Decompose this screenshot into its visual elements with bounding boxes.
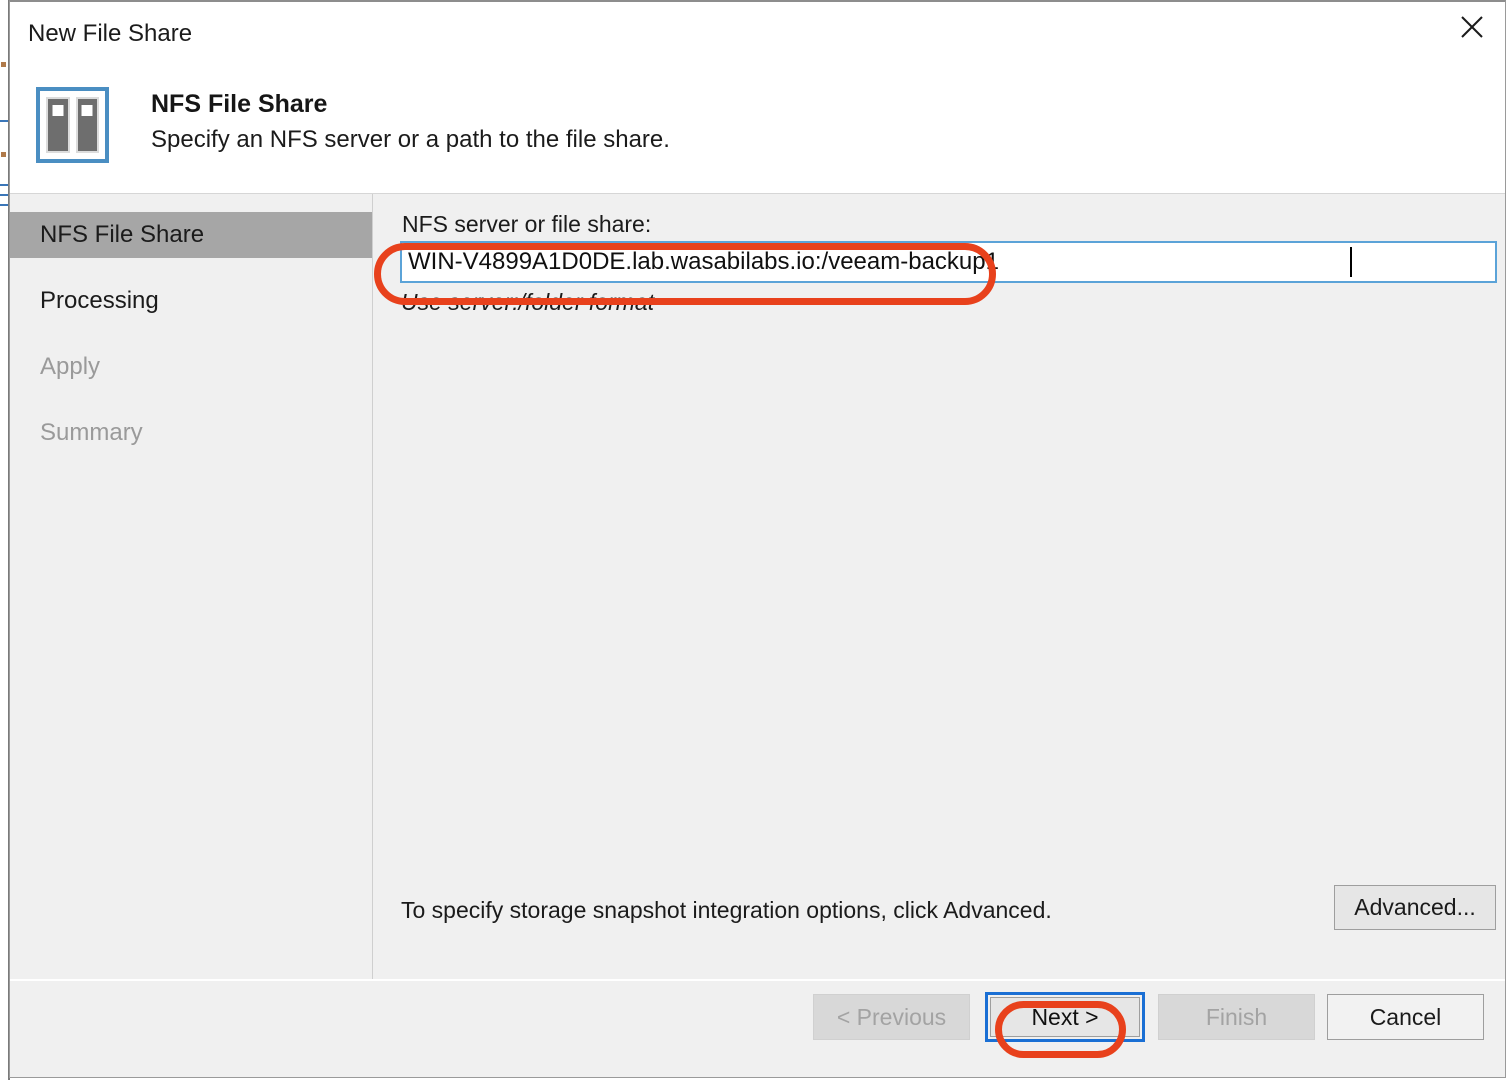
background-artifact bbox=[1, 62, 6, 67]
background-artifact bbox=[1, 152, 6, 157]
advanced-hint-text: To specify storage snapshot integration … bbox=[401, 897, 1052, 923]
advanced-button-label: Advanced... bbox=[1354, 894, 1476, 920]
file-share-icon-panel-left bbox=[46, 97, 70, 153]
close-button[interactable] bbox=[1439, 2, 1505, 52]
sidebar-item-label: Summary bbox=[40, 419, 143, 446]
nfs-server-input[interactable] bbox=[400, 241, 1497, 283]
wizard-sidebar: NFS File Share Processing Apply Summary bbox=[10, 194, 373, 979]
format-hint: Use server:/folder format bbox=[401, 289, 655, 315]
sidebar-item-processing[interactable]: Processing bbox=[10, 278, 372, 324]
text-caret bbox=[1350, 247, 1352, 277]
file-share-icon bbox=[36, 87, 109, 163]
cancel-button[interactable]: Cancel bbox=[1327, 994, 1484, 1040]
page-subtitle: Specify an NFS server or a path to the f… bbox=[151, 126, 670, 153]
file-share-icon-panel-right bbox=[75, 97, 99, 153]
finish-button-label: Finish bbox=[1205, 1003, 1268, 1030]
dialog-body: NFS File Share Processing Apply Summary … bbox=[10, 194, 1505, 979]
nfs-server-label: NFS server or file share: bbox=[402, 211, 652, 237]
title-bar: New File Share bbox=[10, 2, 1505, 68]
window-title: New File Share bbox=[28, 20, 193, 47]
close-icon bbox=[1459, 14, 1485, 40]
sidebar-item-label: Apply bbox=[40, 353, 101, 380]
dialog-header: NFS File Share Specify an NFS server or … bbox=[10, 68, 1505, 194]
next-button-label: Next > bbox=[1031, 1003, 1099, 1030]
next-button-inner: Next > bbox=[990, 997, 1140, 1037]
wizard-content: NFS server or file share: Use server:/fo… bbox=[374, 194, 1505, 979]
cancel-button-label: Cancel bbox=[1369, 1003, 1442, 1030]
sidebar-item-label: Processing bbox=[40, 287, 159, 314]
previous-button: < Previous bbox=[813, 994, 970, 1040]
page-title: NFS File Share bbox=[151, 90, 328, 118]
finish-button: Finish bbox=[1158, 994, 1315, 1040]
next-button[interactable]: Next > bbox=[985, 992, 1145, 1042]
previous-button-label: < Previous bbox=[836, 1003, 947, 1030]
sidebar-item-apply: Apply bbox=[10, 344, 372, 390]
new-file-share-dialog: New File Share NFS File Share Specify an… bbox=[9, 0, 1506, 1078]
advanced-button[interactable]: Advanced... bbox=[1334, 885, 1496, 930]
sidebar-item-nfs-file-share[interactable]: NFS File Share bbox=[10, 212, 372, 258]
sidebar-item-label: NFS File Share bbox=[40, 221, 205, 248]
sidebar-item-summary: Summary bbox=[10, 410, 372, 456]
dialog-footer: < Previous Next > Finish Cancel bbox=[10, 979, 1505, 1077]
